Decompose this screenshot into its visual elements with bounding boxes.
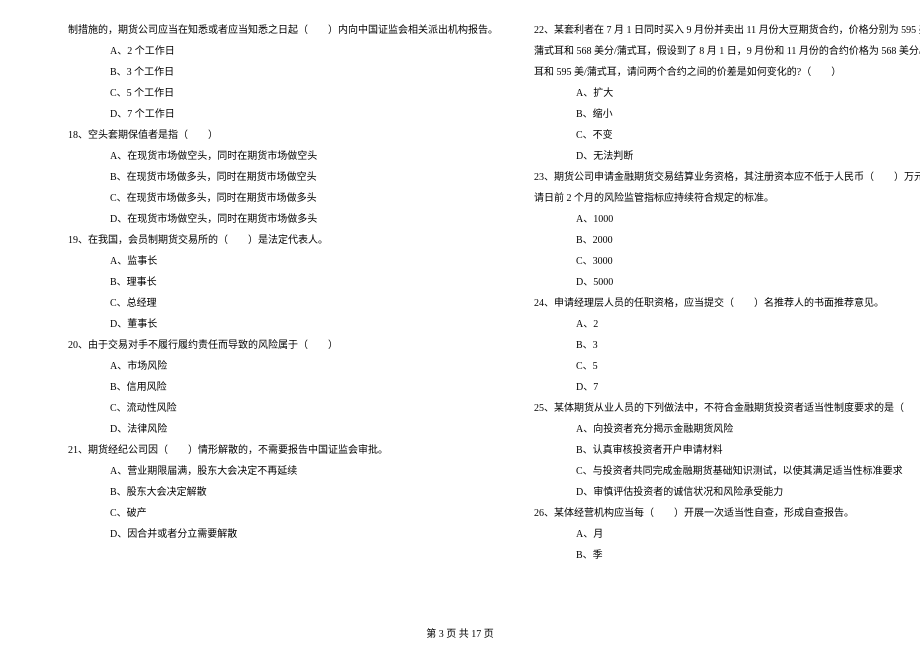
q17-option-c: C、5 个工作日 [68,83,498,104]
q23-option-a: A、1000 [534,209,920,230]
q22-option-d: D、无法判断 [534,146,920,167]
q18-option-b: B、在现货市场做多头，同时在期货市场做空头 [68,167,498,188]
q17-option-d: D、7 个工作日 [68,104,498,125]
q22-line2: 蒲式耳和 568 美分/蒲式耳，假设到了 8 月 1 日，9 月份和 11 月份… [534,41,920,62]
q21-option-d: D、因合并或者分立需要解散 [68,524,498,545]
q26-text: 26、某体经营机构应当每（ ）开展一次适当性自查，形成自查报告。 [534,503,920,524]
q23-option-c: C、3000 [534,251,920,272]
q18-option-d: D、在现货市场做空头，同时在期货市场做多头 [68,209,498,230]
q25-option-a: A、向投资者充分揭示金融期货风险 [534,419,920,440]
q23-option-b: B、2000 [534,230,920,251]
q23-option-d: D、5000 [534,272,920,293]
q20-option-a: A、市场风险 [68,356,498,377]
q20-text: 20、由于交易对手不履行履约责任而导致的风险属于（ ） [68,335,498,356]
q18-text: 18、空头套期保值者是指（ ） [68,125,498,146]
q22-option-c: C、不变 [534,125,920,146]
q23-line1: 23、期货公司申请金融期货交易结算业务资格，其注册资本应不低于人民币（ ）万元，… [534,167,920,188]
q24-option-c: C、5 [534,356,920,377]
q21-option-b: B、股东大会决定解散 [68,482,498,503]
q24-option-d: D、7 [534,377,920,398]
q20-option-d: D、法律风险 [68,419,498,440]
q23-line2: 请日前 2 个月的风险监管指标应持续符合规定的标准。 [534,188,920,209]
q22-option-b: B、缩小 [534,104,920,125]
page-footer: 第 3 页 共 17 页 [0,625,920,640]
q26-option-b: B、季 [534,545,920,566]
q19-option-b: B、理事长 [68,272,498,293]
q25-option-c: C、与投资者共同完成金融期货基础知识测试，以使其满足适当性标准要求 [534,461,920,482]
q17-continuation: 制措施的，期货公司应当在知悉或者应当知悉之日起（ ）内向中国证监会相关派出机构报… [68,20,498,41]
q24-option-a: A、2 [534,314,920,335]
q25-option-d: D、审慎评估投资者的诚信状况和风险承受能力 [534,482,920,503]
q17-option-b: B、3 个工作日 [68,62,498,83]
q24-text: 24、申请经理层人员的任职资格，应当提交（ ）名推荐人的书面推荐意见。 [534,293,920,314]
q24-option-b: B、3 [534,335,920,356]
q19-text: 19、在我国，会员制期货交易所的（ ）是法定代表人。 [68,230,498,251]
q21-option-c: C、破产 [68,503,498,524]
q25-option-b: B、认真审核投资者开户申请材料 [534,440,920,461]
q20-option-c: C、流动性风险 [68,398,498,419]
q22-line3: 耳和 595 美/蒲式耳，请问两个合约之间的价差是如何变化的?（ ） [534,62,920,83]
q19-option-c: C、总经理 [68,293,498,314]
q17-option-a: A、2 个工作日 [68,41,498,62]
q19-option-d: D、董事长 [68,314,498,335]
q21-text: 21、期货经纪公司因（ ）情形解散的，不需要报告中国证监会审批。 [68,440,498,461]
q22-line1: 22、某套利者在 7 月 1 日同时买入 9 月份并卖出 11 月份大豆期货合约… [534,20,920,41]
q25-text: 25、某体期货从业人员的下列做法中，不符合金融期货投资者适当性制度要求的是（ ） [534,398,920,419]
q21-option-a: A、营业期限届满，股东大会决定不再延续 [68,461,498,482]
left-column: 制措施的，期货公司应当在知悉或者应当知悉之日起（ ）内向中国证监会相关派出机构报… [0,20,516,620]
q26-option-a: A、月 [534,524,920,545]
page-container: 制措施的，期货公司应当在知悉或者应当知悉之日起（ ）内向中国证监会相关派出机构报… [0,0,920,650]
q22-option-a: A、扩大 [534,83,920,104]
q19-option-a: A、监事长 [68,251,498,272]
q20-option-b: B、信用风险 [68,377,498,398]
q18-option-c: C、在现货市场做多头，同时在期货市场做多头 [68,188,498,209]
right-column: 22、某套利者在 7 月 1 日同时买入 9 月份并卖出 11 月份大豆期货合约… [516,20,920,620]
q18-option-a: A、在现货市场做空头，同时在期货市场做空头 [68,146,498,167]
